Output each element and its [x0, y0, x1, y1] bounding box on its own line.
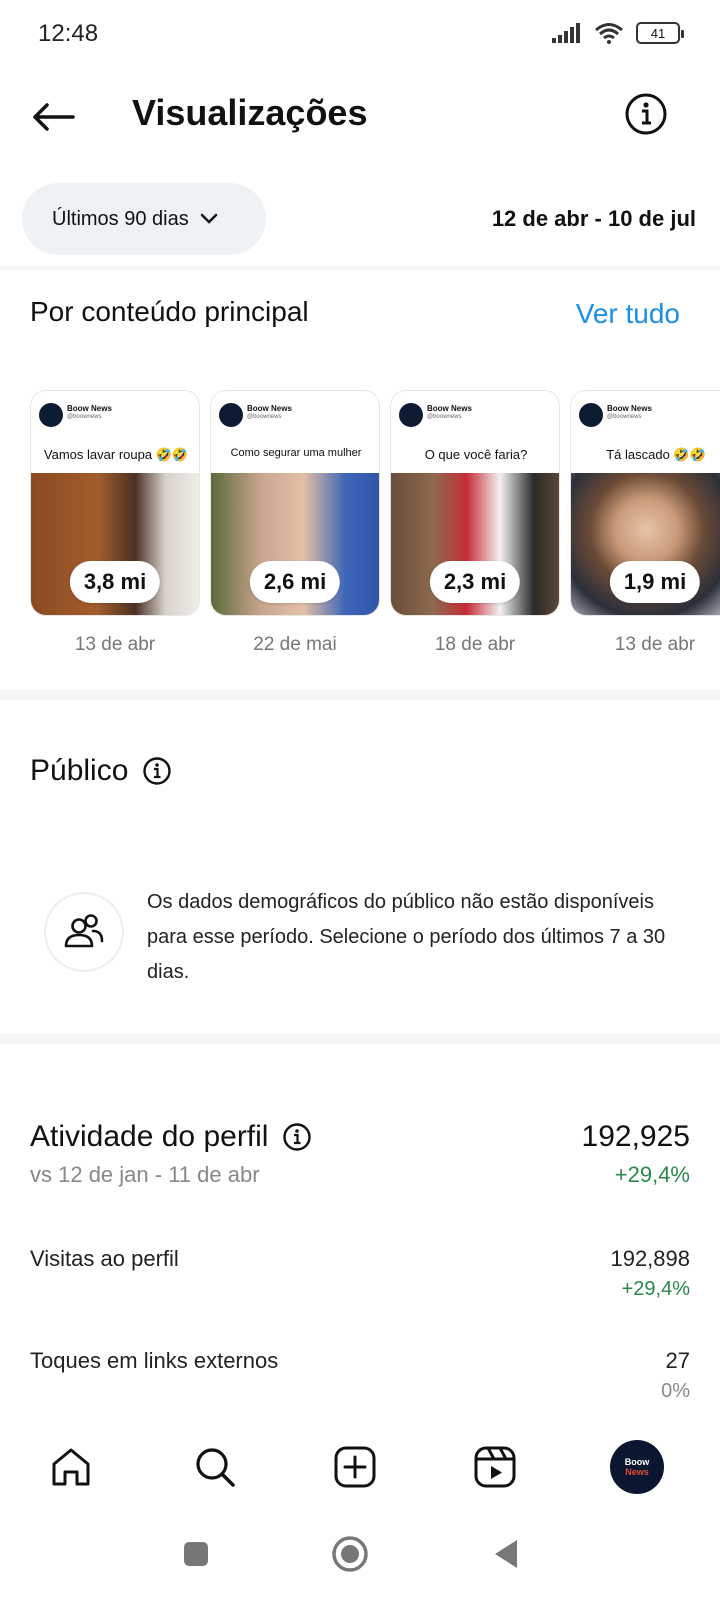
avatar-line-2: News	[625, 1467, 649, 1477]
page-title: Visualizações	[132, 92, 368, 133]
account-name: Boow News	[427, 404, 472, 413]
divider	[0, 266, 720, 270]
search-icon	[196, 1448, 235, 1487]
metric-delta-profile-visits: +29,4%	[621, 1278, 690, 1300]
account-name: Boow News	[247, 404, 292, 413]
home-icon	[52, 1448, 90, 1486]
divider	[0, 1034, 720, 1044]
avatar: Boow News	[610, 1440, 664, 1494]
arrow-left-icon	[33, 103, 75, 131]
status-time: 12:48	[38, 20, 99, 47]
card-date: 22 de mai	[253, 634, 337, 655]
audience-icon-container	[44, 892, 124, 972]
recent-apps-button[interactable]	[176, 1534, 216, 1574]
info-icon[interactable]	[282, 1122, 312, 1152]
avatar	[219, 403, 243, 427]
content-thumbnail[interactable]: Boow News @boownews Tá lascado 🤣🤣 1,9 mi	[570, 390, 720, 616]
views-badge: 2,3 mi	[429, 561, 521, 603]
top-content-carousel[interactable]: Boow News @boownews Vamos lavar roupa 🤣🤣…	[30, 390, 720, 670]
account-name: Boow News	[67, 404, 112, 413]
activity-total-delta: +29,4%	[614, 1162, 690, 1187]
divider	[0, 690, 720, 700]
nav-home[interactable]	[46, 1442, 96, 1492]
audience-title: Público	[30, 754, 129, 787]
views-badge: 1,9 mi	[609, 561, 701, 603]
activity-total: 192,925	[581, 1120, 690, 1153]
signal-icon	[552, 23, 580, 43]
account-handle: @boownews	[247, 414, 282, 420]
comparison-period: vs 12 de jan - 11 de abr	[30, 1162, 260, 1187]
battery-icon: 41	[636, 22, 684, 44]
chevron-down-icon	[200, 213, 217, 224]
avatar-line-1: Boow	[624, 1457, 650, 1467]
audience-message: Os dados demográficos do público não est…	[147, 891, 666, 983]
circle-icon	[332, 1536, 368, 1572]
nav-reels[interactable]	[470, 1442, 520, 1492]
battery-level: 41	[650, 25, 666, 41]
card-caption: Tá lascado 🤣🤣	[606, 447, 706, 462]
see-all-link[interactable]: Ver tudo	[576, 298, 680, 330]
back-button[interactable]	[30, 94, 76, 140]
content-card[interactable]: Boow News @boownews Tá lascado 🤣🤣 1,9 mi…	[570, 390, 720, 656]
account-handle: @boownews	[607, 414, 642, 420]
plus-square-icon	[334, 1446, 376, 1488]
account-handle: @boownews	[427, 414, 462, 420]
nav-create[interactable]	[330, 1442, 380, 1492]
top-content-title: Por conteúdo principal	[30, 296, 309, 327]
card-caption: Vamos lavar roupa 🤣🤣	[43, 447, 189, 462]
audience-header: Público	[30, 754, 172, 788]
content-thumbnail[interactable]: Boow News @boownews Vamos lavar roupa 🤣🤣…	[30, 390, 200, 616]
card-caption: O que você faria?	[424, 447, 528, 462]
bottom-nav: Boow News	[0, 1422, 720, 1512]
info-icon	[625, 93, 667, 135]
nav-profile[interactable]: Boow News	[608, 1438, 666, 1496]
views-badge: 2,6 mi	[249, 561, 341, 603]
reels-icon	[474, 1446, 516, 1488]
status-bar: 12:48 41	[0, 0, 720, 66]
card-date: 18 de abr	[434, 634, 516, 655]
people-icon	[64, 914, 104, 948]
square-icon	[184, 1542, 208, 1566]
metric-label-profile-visits: Visitas ao perfil	[30, 1246, 179, 1271]
metric-value-profile-visits: 192,898	[610, 1246, 690, 1271]
profile-activity-title: Atividade do perfil	[30, 1120, 269, 1153]
profile-activity-header: Atividade do perfil	[30, 1120, 312, 1154]
card-date: 13 de abr	[74, 634, 156, 655]
system-nav-bar	[0, 1512, 720, 1600]
info-icon[interactable]	[142, 756, 172, 786]
content-card[interactable]: Boow News @boownews Como segurar uma mul…	[210, 390, 380, 656]
avatar	[579, 403, 603, 427]
metric-label-external-links: Toques em links externos	[30, 1348, 279, 1373]
content-thumbnail[interactable]: Boow News @boownews Como segurar uma mul…	[210, 390, 380, 616]
period-label: Últimos 90 dias	[52, 207, 189, 230]
content-card[interactable]: Boow News @boownews Vamos lavar roupa 🤣🤣…	[30, 390, 200, 656]
triangle-back-icon	[495, 1540, 517, 1568]
metric-delta-external-links: 0%	[661, 1380, 690, 1402]
avatar	[399, 403, 423, 427]
period-dropdown[interactable]: Últimos 90 dias	[22, 183, 266, 255]
card-caption: Como segurar uma mulher	[230, 447, 362, 459]
nav-search[interactable]	[190, 1442, 240, 1492]
content-thumbnail[interactable]: Boow News @boownews O que você faria? 2,…	[390, 390, 560, 616]
avatar	[39, 403, 63, 427]
status-icons: 41	[552, 22, 684, 44]
metric-value-external-links: 27	[665, 1348, 690, 1373]
account-handle: @boownews	[67, 414, 102, 420]
account-name: Boow News	[607, 404, 652, 413]
content-card[interactable]: Boow News @boownews O que você faria? 2,…	[390, 390, 560, 656]
back-system-button[interactable]	[486, 1534, 526, 1574]
header: Visualizações	[0, 78, 720, 154]
card-date: 13 de abr	[614, 634, 696, 655]
wifi-icon	[595, 23, 623, 44]
date-range: 12 de abr - 10 de jul	[491, 206, 696, 231]
home-system-button[interactable]	[330, 1534, 370, 1574]
views-badge: 3,8 mi	[69, 561, 161, 603]
info-button[interactable]	[624, 92, 668, 136]
